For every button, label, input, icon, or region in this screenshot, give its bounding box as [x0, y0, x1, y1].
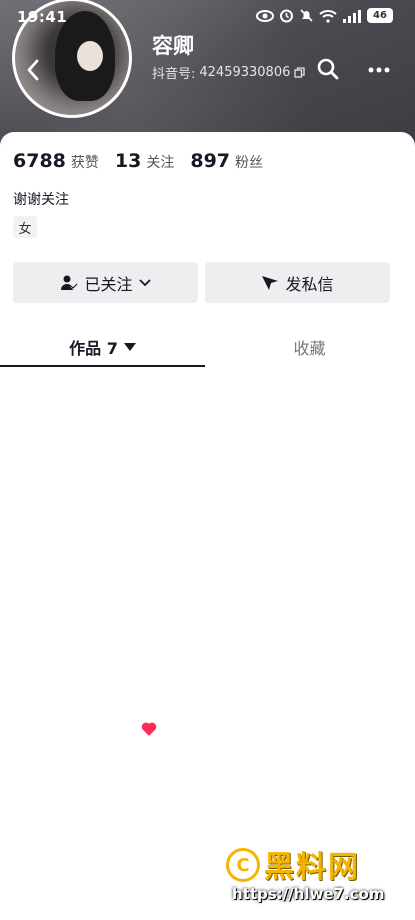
stat-following-label: 关注 [146, 155, 175, 171]
more-button[interactable] [366, 60, 392, 80]
following-button-label: 已关注 [84, 274, 133, 294]
nickname: 容卿 [152, 34, 194, 58]
profile-card: 6788 获赞 13 关注 897 粉丝 谢谢关注 女 已关注 发私信 作品 7… [0, 132, 415, 920]
like-count-value: 449 [300, 721, 325, 736]
wifi-icon [319, 9, 337, 23]
eye-icon [256, 9, 274, 22]
like-count-value: 2620 [23, 909, 57, 920]
stat-likes-value: 6788 [13, 150, 66, 172]
stat-followers-label: 粉丝 [235, 155, 264, 171]
signal-icon [343, 9, 361, 23]
avatar-face-shape [77, 41, 103, 71]
status-icons: 46 [256, 8, 393, 23]
profile-screen: 19:41 46 容卿 抖音号: 42459330806 6788 获赞 13 … [0, 0, 415, 920]
send-message-button[interactable]: 发私信 [205, 262, 390, 303]
tab-works-label: 作品 7 [69, 339, 118, 358]
stat-followers[interactable]: 897 粉丝 [190, 150, 263, 172]
like-count: 85 [141, 533, 176, 548]
watermark: C 黑料网 https://hlwe7.com [224, 840, 415, 920]
like-count-value: 2 [300, 533, 309, 548]
chevron-down-icon [138, 278, 151, 286]
like-count: 2620 [5, 909, 56, 920]
like-count-value: 9 [23, 533, 32, 548]
stat-following-value: 13 [114, 150, 142, 172]
profile-header-background: 19:41 46 容卿 抖音号: 42459330806 [0, 0, 415, 150]
like-count: 3525 [141, 721, 194, 736]
stat-following[interactable]: 13 关注 [115, 150, 174, 172]
like-count-value: 96 [23, 721, 40, 736]
douyin-id-row[interactable]: 抖音号: 42459330806 [152, 63, 306, 82]
mute-bell-icon [300, 9, 313, 22]
stat-followers-value: 897 [190, 150, 231, 172]
send-icon [262, 275, 279, 290]
like-count-value: 85 [159, 533, 176, 548]
gender-tag: 女 [13, 216, 37, 238]
alarm-icon [280, 9, 293, 23]
tab-favorites[interactable]: 收藏 [207, 327, 412, 367]
like-count: 9 [5, 533, 31, 548]
content-tabs: 作品 7 收藏 [0, 327, 415, 369]
watermark-url: https://hlwe7.com [232, 885, 385, 903]
stat-likes-label: 获赞 [70, 155, 99, 171]
tab-works[interactable]: 作品 7 [0, 327, 205, 367]
heart-outline-icon [141, 534, 155, 547]
bio-text: 谢谢关注 [13, 192, 69, 208]
send-message-button-label: 发私信 [285, 274, 334, 294]
copy-icon[interactable] [294, 67, 306, 78]
active-tab-underline [0, 365, 205, 367]
watermark-logo-icon: C [226, 848, 260, 882]
heart-filled-icon [141, 722, 157, 736]
heart-outline-icon [282, 534, 296, 547]
heart-outline-icon [5, 910, 19, 920]
heart-outline-icon [5, 534, 19, 547]
status-bar: 19:41 46 [0, 6, 415, 30]
stat-likes: 6788 获赞 [13, 150, 99, 172]
caret-down-icon [123, 343, 136, 351]
like-count: 96 [5, 721, 40, 736]
chevron-left-icon [27, 59, 39, 81]
stats-row: 6788 获赞 13 关注 897 粉丝 [13, 150, 279, 172]
like-count: 2 [282, 533, 308, 548]
user-check-icon [61, 275, 79, 290]
like-count: 449 [282, 721, 325, 736]
following-button[interactable]: 已关注 [13, 262, 198, 303]
status-time: 19:41 [17, 8, 68, 26]
battery-indicator: 46 [367, 8, 393, 23]
search-icon [317, 58, 339, 80]
like-count-value: 3525 [161, 721, 195, 736]
back-button[interactable] [18, 55, 48, 85]
search-button[interactable] [316, 57, 340, 81]
heart-outline-icon [282, 722, 296, 735]
douyin-id-label: 抖音号: [152, 67, 196, 82]
douyin-id-value: 42459330806 [199, 65, 291, 80]
watermark-title: 黑料网 [264, 850, 360, 885]
more-dots-icon [368, 67, 390, 73]
heart-outline-icon [5, 722, 19, 735]
